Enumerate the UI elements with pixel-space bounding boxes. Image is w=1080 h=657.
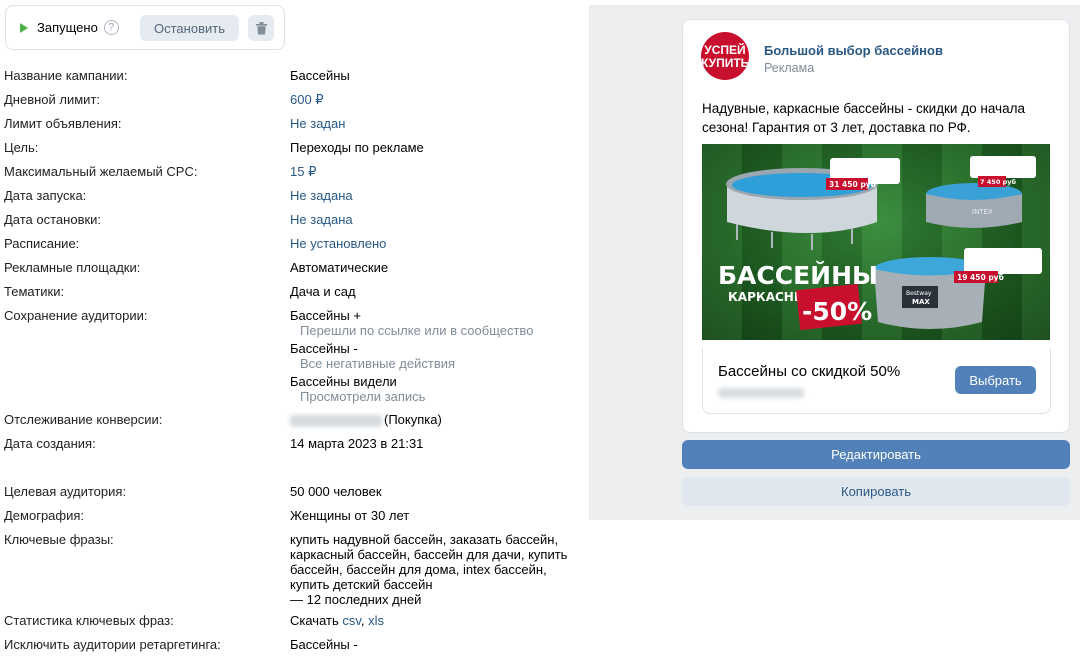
pool-brand: INTEX	[972, 208, 993, 216]
field-label: Цель:	[4, 140, 39, 155]
pool-brand: Bestway	[906, 290, 932, 297]
field-value: 14 марта 2023 в 21:31	[290, 436, 424, 451]
banner-discount: -50%	[802, 297, 872, 326]
field-value: Автоматические	[290, 260, 389, 275]
field-value: Дача и сад	[290, 284, 356, 299]
choose-button[interactable]: Выбрать	[955, 366, 1036, 394]
redacted-domain	[718, 388, 804, 398]
field-value: Переходы по рекламе	[290, 140, 424, 155]
avatar-text: УСПЕЙ	[704, 43, 746, 57]
field-label: Тематики:	[4, 284, 65, 299]
banner-graphic: INTEX Bestway MAX 31 450 руб 7 450 руб 1…	[702, 144, 1050, 340]
field-label: Максимальный желаемый CPC:	[4, 164, 198, 179]
download-xls-link[interactable]: xls	[368, 613, 384, 628]
field-value-link[interactable]: Не задана	[290, 212, 353, 227]
group-avatar[interactable]: УСПЕЙ КУПИТЬ	[701, 32, 749, 80]
ad-card-title: Бассейны со скидкой 50%	[718, 363, 901, 380]
keyword-period: — 12 последних дней	[290, 592, 422, 607]
field-label: Дата запуска:	[4, 188, 87, 203]
field-label: Лимит объявления:	[4, 116, 122, 131]
help-icon[interactable]: ?	[103, 20, 119, 35]
field-value-link[interactable]: 15 ₽	[290, 164, 316, 179]
ad-banner-image[interactable]: INTEX Bestway MAX 31 450 руб 7 450 руб 1…	[702, 144, 1050, 340]
field-value: (Покупка)	[290, 412, 442, 427]
keywords-list: купить надувной бассейн, заказать бассей…	[290, 532, 567, 607]
pool-small: INTEX	[926, 183, 1022, 228]
field-label: Демография:	[4, 508, 85, 523]
stop-button[interactable]: Остановить	[140, 15, 239, 41]
audience-name: Бассейны -	[290, 341, 358, 356]
download-label: Скачать	[290, 613, 339, 628]
field-value: Бассейны	[290, 68, 350, 83]
conversion-event: (Покупка)	[384, 412, 442, 427]
audience-list: Бассейны + Перешли по ссылке или в сообщ…	[290, 308, 533, 404]
keyword-line: купить надувной бассейн, заказать бассей…	[290, 532, 559, 547]
ad-preview-post: УСПЕЙ КУПИТЬ Большой выбор бассейнов Рек…	[682, 19, 1070, 433]
separator: ,	[360, 613, 365, 628]
keyword-line: купить детский бассейн	[290, 577, 433, 592]
field-value-link[interactable]: Не задана	[290, 188, 353, 203]
audience-desc: Просмотрели запись	[300, 389, 426, 404]
redacted-text	[290, 414, 382, 427]
campaign-status-bar: Запущено ? Остановить	[5, 5, 285, 50]
field-label: Отслеживание конверсии:	[4, 412, 163, 427]
ad-card-footer: Бассейны со скидкой 50% Выбрать	[702, 348, 1051, 414]
audience-desc: Все негативные действия	[300, 356, 456, 371]
field-label: Дневной лимит:	[4, 92, 101, 107]
field-label: Сохранение аудитории:	[4, 308, 148, 323]
field-label: Название кампании:	[4, 68, 128, 83]
field-label: Рекламные площадки:	[4, 260, 141, 275]
field-label: Статистика ключевых фраз:	[4, 613, 174, 628]
keyword-line: бассейн, бассейн для дома, intex бассейн…	[290, 562, 547, 577]
price-label: 19 450 руб	[957, 273, 1004, 282]
field-value: Скачать csv, xls	[290, 613, 384, 628]
field-label: Дата создания:	[4, 436, 96, 451]
field-label: Расписание:	[4, 236, 80, 251]
copy-button[interactable]: Копировать	[682, 477, 1070, 506]
field-value: Бассейны -	[290, 637, 358, 652]
trash-icon	[255, 21, 267, 34]
pool-brand: MAX	[912, 298, 930, 306]
post-text: Надувные, каркасные бассейны - скидки до…	[702, 101, 1025, 135]
ad-label: Реклама	[764, 61, 815, 75]
field-value-link[interactable]: Не задан	[290, 116, 345, 131]
field-label: Целевая аудитория:	[4, 484, 127, 499]
field-value-link[interactable]: Не установлено	[290, 236, 386, 251]
avatar-text: КУПИТЬ	[701, 56, 749, 70]
audience-desc: Перешли по ссылке или в сообщество	[300, 323, 534, 338]
price-label: 7 450 руб	[980, 178, 1017, 186]
edit-button[interactable]: Редактировать	[682, 440, 1070, 469]
audience-name: Бассейны видели	[290, 374, 397, 389]
audience-name: Бассейны +	[290, 308, 361, 323]
field-value: Женщины от 30 лет	[290, 508, 410, 523]
play-icon	[20, 22, 28, 33]
field-value: 50 000 человек	[290, 484, 382, 499]
field-label: Исключить аудитории ретаргетинга:	[4, 637, 221, 652]
status-label: Запущено	[37, 20, 98, 35]
keyword-line: каркасный бассейн, бассейн для дачи, куп…	[290, 547, 568, 562]
download-csv-link[interactable]: csv	[342, 613, 361, 628]
price-label: 31 450 руб	[829, 180, 876, 189]
field-label: Дата остановки:	[4, 212, 102, 227]
field-value-link[interactable]: 600 ₽	[290, 92, 324, 107]
field-label: Ключевые фразы:	[4, 532, 114, 547]
group-name-link[interactable]: Большой выбор бассейнов	[764, 43, 943, 58]
delete-button[interactable]	[248, 15, 274, 41]
